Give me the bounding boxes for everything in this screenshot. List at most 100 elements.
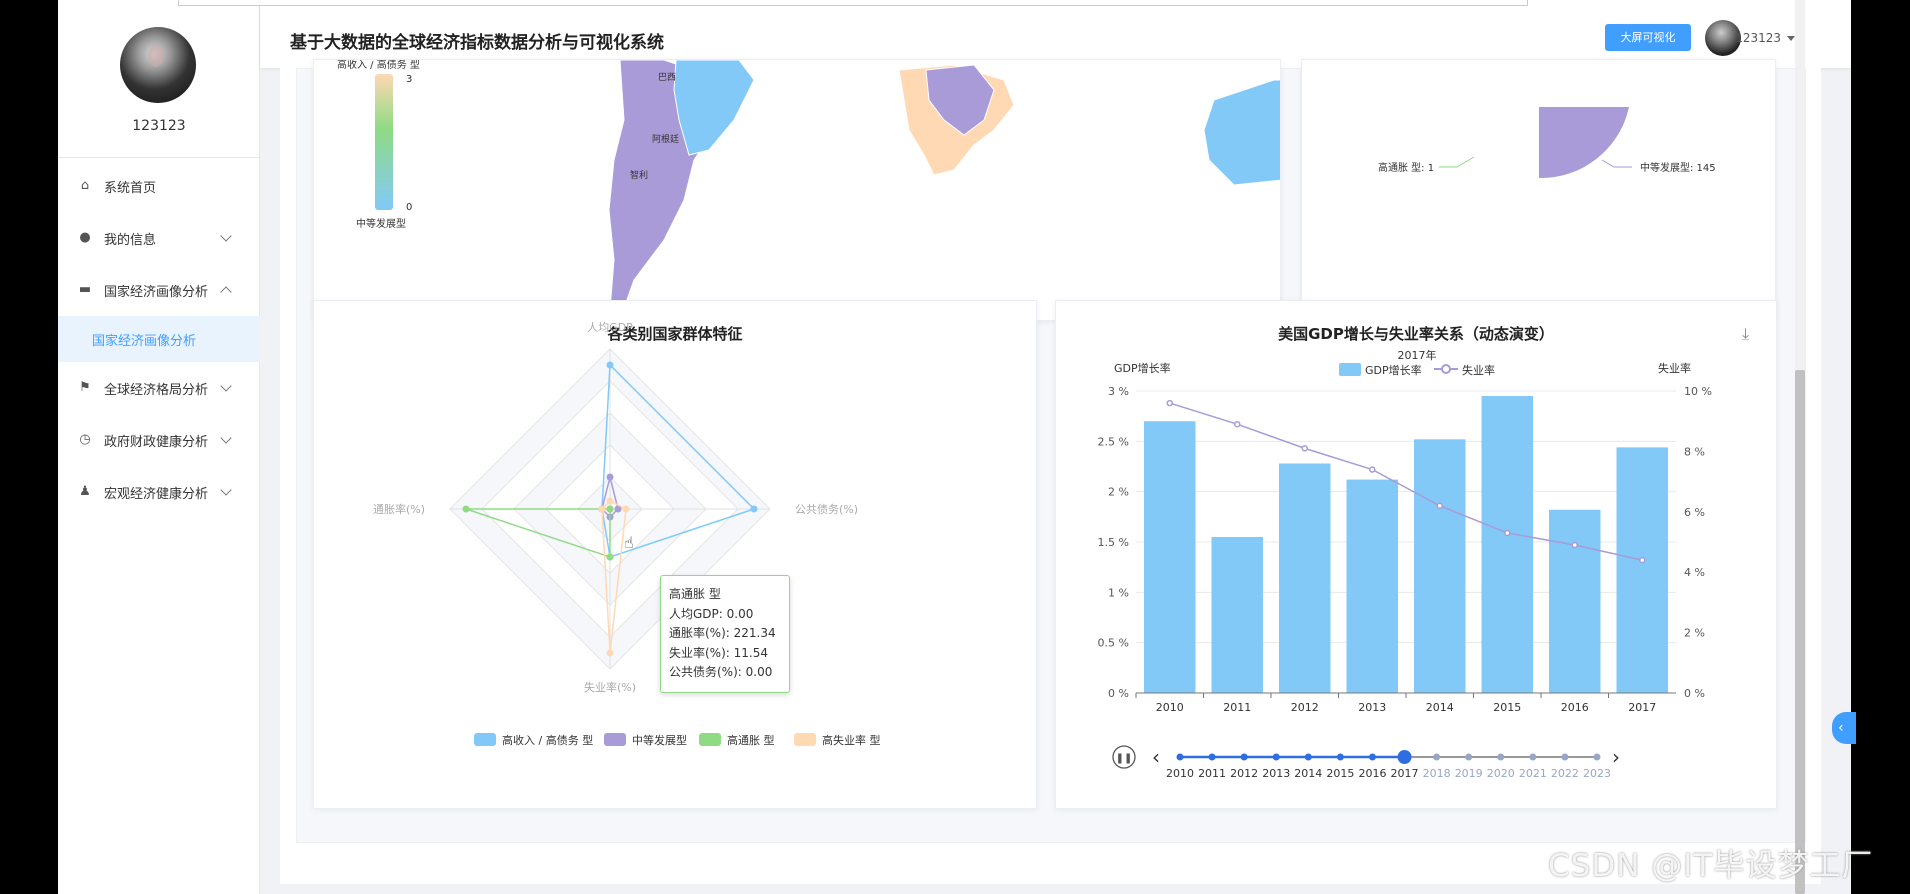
line-point[interactable] — [1571, 541, 1578, 549]
header-username[interactable]: 123123 — [1735, 31, 1781, 45]
legend-swatch-bar[interactable] — [1339, 363, 1361, 376]
timeline-year-label[interactable]: 2022 — [1551, 767, 1579, 780]
radar-point[interactable] — [462, 505, 470, 513]
timeline-year-label[interactable]: 2015 — [1326, 767, 1354, 780]
timeline-prev-icon[interactable]: ‹ — [1152, 745, 1160, 769]
timeline-dot[interactable] — [1336, 753, 1344, 761]
bar-gdp[interactable] — [1616, 447, 1669, 693]
line-point[interactable] — [1234, 420, 1241, 428]
timeline-dot[interactable] — [1176, 753, 1184, 761]
timeline-dot[interactable] — [1561, 753, 1569, 761]
timeline-dot[interactable] — [1433, 753, 1441, 761]
visualmap-bar[interactable] — [375, 74, 393, 210]
legend-swatch-dot[interactable] — [1441, 364, 1451, 374]
legend-label[interactable]: 高通胀 型 — [727, 733, 775, 747]
timeline-year-label[interactable]: 2017 — [1391, 767, 1419, 780]
download-icon[interactable]: ⤓ — [1742, 324, 1749, 343]
line-point[interactable] — [1504, 529, 1511, 537]
radar-point[interactable] — [606, 473, 614, 481]
radar-point[interactable] — [606, 553, 614, 561]
sidebar-username: 123123 — [132, 118, 186, 134]
bigscreen-button[interactable]: 大屏可视化 — [1605, 24, 1691, 51]
radar-point[interactable] — [606, 361, 614, 369]
bar-gdp[interactable] — [1481, 396, 1534, 693]
dashboard-panel: 高收入 / 高债务 型 3 0 中等发展型 巴西 智利 阿根廷 高通胀 型: 1… — [296, 59, 1806, 843]
timeline-dot[interactable] — [1240, 753, 1248, 761]
timeline-dot[interactable] — [1465, 753, 1473, 761]
timeline-year-label[interactable]: 2014 — [1294, 767, 1322, 780]
radar-point[interactable] — [606, 649, 614, 657]
line-point[interactable] — [1436, 502, 1443, 510]
home-icon: ⌂ — [80, 178, 90, 193]
radar-point[interactable] — [622, 505, 630, 513]
caret-down-icon[interactable] — [1787, 36, 1795, 41]
sidebar-item-fiscal-health[interactable]: ◷ 政府财政健康分析 — [58, 414, 260, 466]
timeline-dot[interactable] — [1497, 753, 1505, 761]
timeline-year-label[interactable]: 2019 — [1455, 767, 1483, 780]
timeline-year-label[interactable]: 2023 — [1583, 767, 1611, 780]
x-tick-label: 2013 — [1358, 701, 1386, 714]
timeline-year-label[interactable]: 2013 — [1262, 767, 1290, 780]
x-tick-label: 2015 — [1493, 701, 1521, 714]
right-axis-name: 失业率 — [1658, 361, 1691, 375]
legend-swatch[interactable] — [794, 733, 816, 746]
timeline-year-label[interactable]: 2020 — [1487, 767, 1515, 780]
x-tick-label: 2016 — [1561, 701, 1589, 714]
brazil-shape[interactable] — [673, 60, 755, 156]
pause-icon: ❚❚ — [1116, 753, 1133, 764]
line-point[interactable] — [1166, 399, 1173, 407]
timeline-dot[interactable] — [1304, 753, 1312, 761]
combo-chart[interactable]: 2017年GDP增长率 失业率GDP增长率 失业率⤓0 %0.5 %1 %1.5 %… — [1056, 301, 1778, 810]
bar-gdp[interactable] — [1549, 509, 1601, 693]
line-point[interactable] — [1369, 466, 1376, 473]
sidebar-item-macro-health[interactable]: ♟ 宏观经济健康分析 — [58, 466, 260, 518]
legend-label[interactable]: 高收入 / 高债务 型 — [502, 733, 593, 747]
avatar[interactable] — [120, 27, 196, 103]
line-point[interactable] — [1301, 445, 1308, 452]
sidebar-item-my-info[interactable]: ● 我的信息 — [58, 212, 260, 264]
timeline-year-label[interactable]: 2011 — [1198, 767, 1226, 780]
legend-label[interactable]: 中等发展型 — [632, 733, 687, 747]
legend-swatch[interactable] — [699, 733, 721, 746]
timeline-dot[interactable] — [1272, 753, 1280, 761]
radar-point[interactable] — [606, 505, 614, 513]
timeline-year-label[interactable]: 2010 — [1166, 767, 1194, 780]
bar-gdp[interactable] — [1346, 479, 1399, 693]
sidebar-item-home[interactable]: ⌂ 系统首页 — [58, 160, 260, 212]
combo-card: 美国GDP增长与失业率关系（动态演变） 2017年 GDP增长率 失业率 GDP增长率… — [1055, 300, 1777, 809]
timeline-current-handle[interactable] — [1397, 750, 1412, 764]
timeline-year-label[interactable]: 2018 — [1423, 767, 1451, 780]
timeline-year-label[interactable]: 2012 — [1230, 767, 1258, 780]
bar-gdp[interactable] — [1144, 421, 1196, 693]
y-tick-label: 2 % — [1108, 486, 1129, 499]
radar-point[interactable] — [606, 497, 614, 505]
legend-label[interactable]: 失业率 — [1462, 363, 1495, 377]
scrollbar-thumb[interactable] — [1795, 370, 1805, 894]
legend-swatch[interactable] — [604, 733, 626, 746]
pie-chart[interactable]: 高通胀 型: 1 中等发展型: 145 — [1302, 60, 1776, 321]
legend-label[interactable]: 高失业率 型 — [822, 733, 881, 747]
radar-chart[interactable]: 人均GDP 公共债务(%) 失业率(%) 通胀率(%) 高收入 / 高债务 型 中等发展型… — [314, 301, 1038, 810]
timeline-dot[interactable] — [1593, 753, 1601, 761]
timeline-dot[interactable] — [1208, 753, 1216, 761]
timeline-dot[interactable] — [1368, 753, 1376, 761]
timeline-year-label[interactable]: 2016 — [1358, 767, 1386, 780]
legend-swatch[interactable] — [474, 733, 496, 746]
radar-point[interactable] — [598, 505, 606, 513]
timeline-year-label[interactable]: 2021 — [1519, 767, 1547, 780]
bar-gdp[interactable] — [1211, 536, 1264, 693]
radar-point[interactable] — [750, 505, 758, 513]
bar-gdp[interactable] — [1279, 463, 1331, 693]
timeline-dot[interactable] — [1529, 753, 1537, 761]
y-tick-label: 0 % — [1108, 687, 1129, 700]
timeline-next-icon[interactable]: › — [1612, 745, 1620, 769]
bar-gdp[interactable] — [1414, 439, 1466, 693]
line-point[interactable] — [1639, 556, 1646, 564]
world-map[interactable]: 高收入 / 高债务 型 3 0 中等发展型 巴西 智利 阿根廷 — [314, 60, 1281, 321]
sidebar-item-country-profile[interactable]: ▬ 国家经济画像分析 — [58, 264, 260, 316]
sidebar-subitem-country-profile[interactable]: 国家经济画像分析 — [58, 316, 260, 362]
sidebar-item-global-pattern[interactable]: ⚑ 全球经济格局分析 — [58, 362, 260, 414]
australia-shape[interactable] — [1203, 79, 1281, 186]
legend-label[interactable]: GDP增长率 — [1365, 363, 1422, 377]
collapse-tab-icon[interactable]: ‹ — [1832, 712, 1856, 744]
